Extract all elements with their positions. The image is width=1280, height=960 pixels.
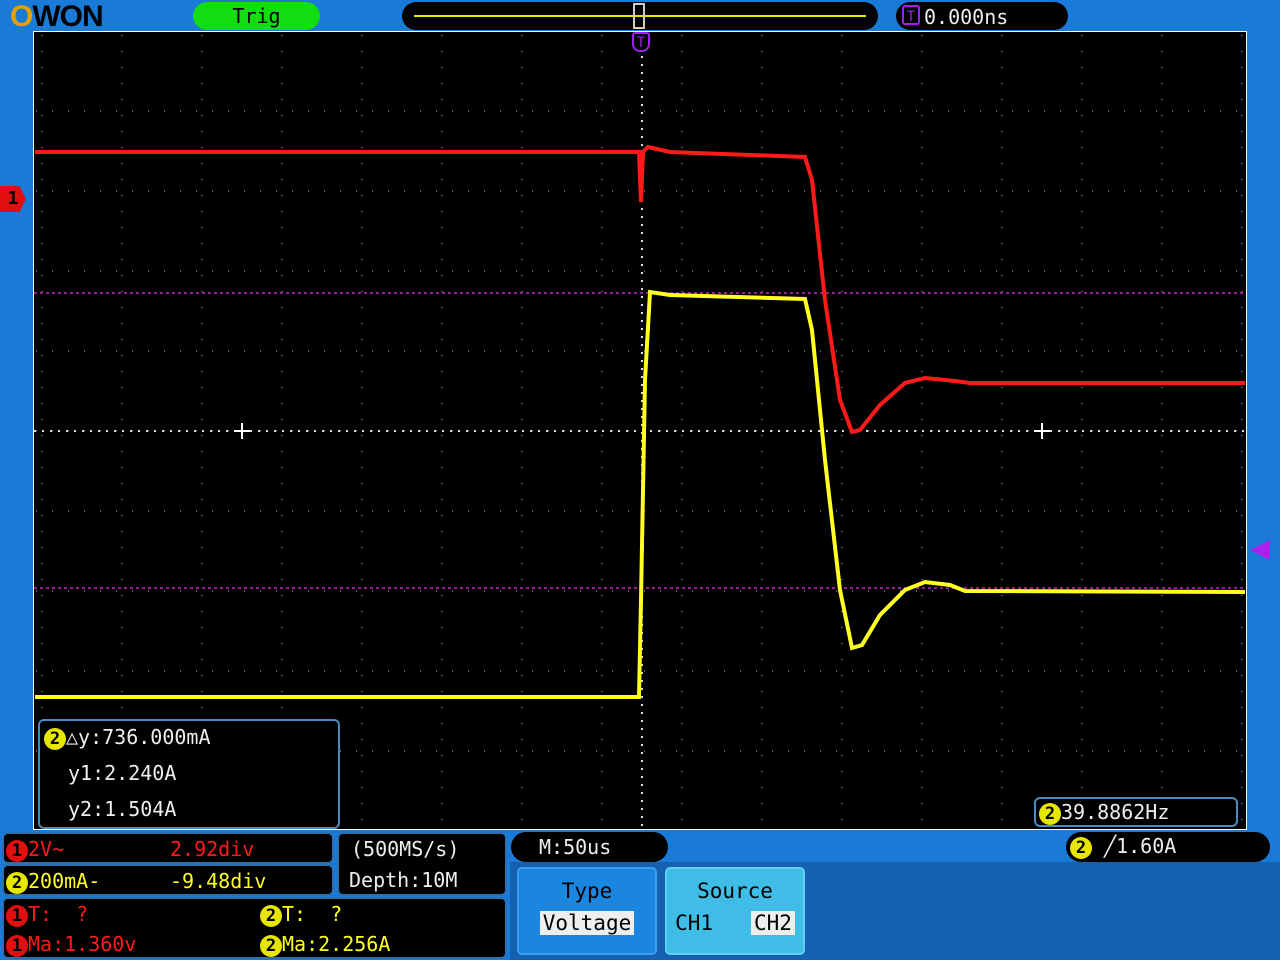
- source-ch2[interactable]: CH2: [750, 911, 795, 935]
- rising-edge-icon: ╱: [1104, 834, 1117, 858]
- trigger-level: 1.60A: [1116, 834, 1177, 858]
- trigger-time: 0.000ns: [924, 5, 1009, 29]
- ch1-settings[interactable]: 1 2V~ 2.92div: [2, 832, 334, 864]
- waveform-display[interactable]: [33, 31, 1247, 830]
- ch2-trace: [35, 289, 1246, 699]
- trigger-position-marker-icon[interactable]: T: [632, 32, 650, 52]
- ch1-max: Ma:1.360v: [28, 932, 137, 956]
- ch1-badge: 1: [6, 934, 28, 957]
- cursor-y1: y1:2.240A: [68, 761, 177, 785]
- measurement-panel: 1 T: ? 1 Ma:1.360v 2 T: ? 2 Ma:2.256A: [2, 897, 507, 959]
- frequency-readout: 2 39.8862Hz: [1034, 797, 1238, 827]
- ch1-scale: 2V~: [28, 837, 65, 861]
- memory-position-bar[interactable]: [402, 2, 878, 30]
- trigger-marker-icon: T: [902, 5, 920, 25]
- trigger-info: 2 ╱1.60A: [1066, 832, 1270, 862]
- trigger-level-marker-icon[interactable]: [1250, 540, 1270, 560]
- ch2-badge: 2: [6, 871, 28, 894]
- source-ch1[interactable]: CH1: [675, 911, 713, 935]
- ch2-badge: 2: [44, 727, 66, 750]
- type-menu-button[interactable]: Type Voltage: [517, 867, 657, 955]
- timebase: M:50us: [539, 835, 612, 859]
- source-menu-button[interactable]: Source CH1 CH2: [665, 867, 805, 955]
- trigger-time-display: T 0.000ns: [896, 2, 1068, 30]
- ch1-badge: 1: [6, 904, 28, 927]
- memory-depth: Depth:10M: [349, 868, 458, 892]
- grid-cross: [234, 423, 250, 439]
- sample-rate: (500MS/s): [351, 837, 460, 861]
- view-window-marker[interactable]: [633, 3, 645, 29]
- ch2-badge: 2: [1070, 836, 1092, 859]
- waveform-svg: [34, 32, 1246, 829]
- cursor-delta: △y:736.000mA: [66, 725, 211, 749]
- cursor-y2: y2:1.504A: [68, 797, 177, 821]
- ch2-badge: 2: [1039, 802, 1061, 825]
- ch1-badge: 1: [6, 839, 28, 862]
- ch2-badge: 2: [260, 934, 282, 957]
- ch1-period: T: ?: [28, 902, 89, 926]
- frequency-value: 39.8862Hz: [1061, 800, 1170, 824]
- trig-status: Trig: [193, 2, 320, 30]
- ch2-max: Ma:2.256A: [282, 932, 391, 956]
- type-label: Type: [561, 879, 613, 903]
- ch1-offset-marker[interactable]: 1: [0, 186, 26, 212]
- ch2-settings[interactable]: 2 200mA- -9.48div: [2, 864, 334, 896]
- ch2-scale: 200mA-: [28, 869, 101, 893]
- cursor-readout-panel: 2 △y:736.000mA y1:2.240A y2:1.504A: [38, 719, 340, 829]
- acquisition-info: (500MS/s) Depth:10M: [337, 832, 507, 896]
- ch1-trace: [35, 144, 1245, 435]
- ch2-period: T: ?: [282, 902, 343, 926]
- timebase-display[interactable]: M:50us: [511, 832, 668, 862]
- owon-logo: OWON: [10, 0, 104, 33]
- ch1-offset: 2.92div: [170, 837, 255, 861]
- source-label: Source: [697, 879, 773, 903]
- type-value: Voltage: [539, 911, 635, 935]
- ch2-badge: 2: [260, 904, 282, 927]
- grid-cross: [1034, 423, 1050, 439]
- ch2-offset: -9.48div: [170, 869, 267, 893]
